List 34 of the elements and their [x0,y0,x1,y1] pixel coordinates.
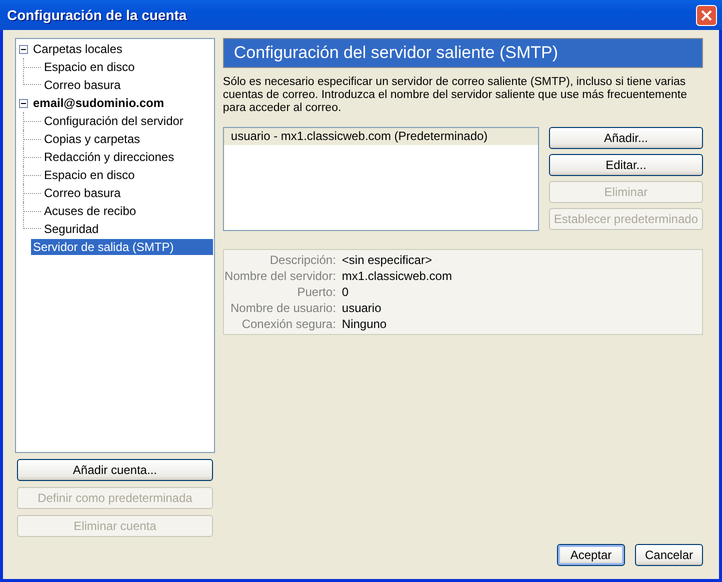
tree-item[interactable]: Espacio en disco [42,59,137,75]
tree-item[interactable]: Copias y carpetas [42,131,142,147]
detail-value: 0 [342,285,349,299]
description-text: Sólo es necesario especificar un servidor de correo saliente (SMTP), incluso si tiene varias cuentas de correo. Introduzca el nombre del servidor saliente que use más frecuentemente para acceder al correo. [222,76,688,115]
detail-label: Descripción: [268,253,336,267]
close-icon[interactable] [696,4,717,26]
dialog-button[interactable]: Aceptar [557,544,625,566]
detail-label: Nombre del servidor: [224,269,336,283]
detail-value: Ninguno [342,317,387,331]
tree-item[interactable]: Configuración del servidor [42,113,186,129]
tree-item[interactable]: Servidor de salida (SMTP) [31,239,213,255]
detail-label: Conexión segura: [240,317,336,331]
detail-value: usuario [342,301,382,315]
collapse-icon[interactable] [19,98,28,108]
collapse-icon[interactable] [19,44,28,54]
tree-item[interactable]: Carpetas locales [31,41,124,57]
detail-label: Puerto: [296,285,336,299]
tree-item[interactable]: Seguridad [42,221,101,237]
tree-item[interactable]: Espacio en disco [42,167,137,183]
server-button[interactable]: Editar... [548,154,703,176]
server-item[interactable]: usuario - mx1.classicweb.com (Predeterminado) [224,128,538,145]
detail-value: <sin especificar> [342,253,432,267]
detail-value: mx1.classicweb.com [342,269,452,283]
tree-item[interactable]: email@sudominio.com [31,95,166,111]
panel-heading: Configuración del servidor saliente (SMTP) [222,38,703,68]
account-button[interactable]: Añadir cuenta... [17,459,213,481]
tree-item[interactable]: Redacción y direcciones [42,149,176,165]
detail-label: Nombre de usuario: [230,301,336,315]
window-title: Configuración de la cuenta [7,7,187,23]
tree-item[interactable]: Acuses de recibo [42,203,138,219]
server-button[interactable]: Añadir... [548,127,703,149]
dialog-button[interactable]: Cancelar [635,544,703,566]
tree-item[interactable]: Correo basura [42,185,123,201]
tree-item[interactable]: Correo basura [42,77,123,93]
